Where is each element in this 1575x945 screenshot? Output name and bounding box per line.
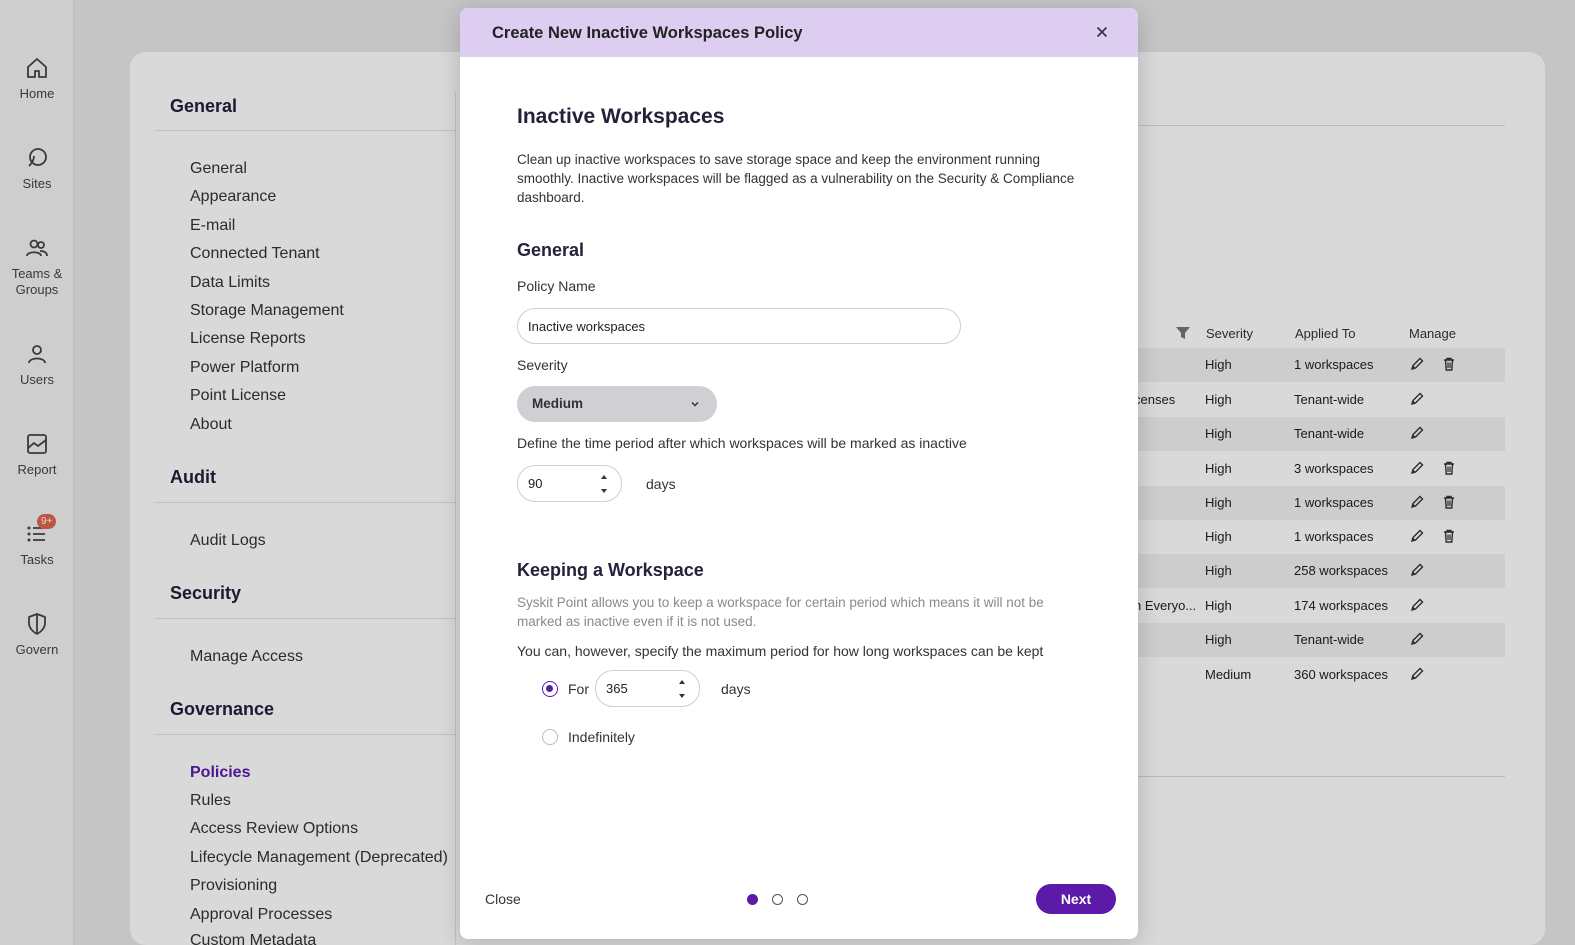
keep-days-stepper[interactable]: 365: [595, 670, 700, 707]
decrement-icon[interactable]: [598, 486, 610, 496]
chevron-down-icon: [691, 401, 699, 407]
general-heading: General: [517, 240, 585, 260]
keeping-note: Syskit Point allows you to keep a worksp…: [517, 595, 1044, 629]
inactive-period-label: Define the time period after which works…: [517, 435, 967, 451]
severity-label: Severity: [517, 357, 568, 373]
inactive-days-unit: days: [646, 476, 676, 492]
policy-name-input[interactable]: [517, 308, 961, 344]
decrement-icon[interactable]: [676, 691, 688, 701]
keeping-heading: Keeping a Workspace: [517, 560, 704, 580]
close-icon[interactable]: [1092, 22, 1112, 42]
keep-for-radio[interactable]: [542, 681, 558, 697]
inactive-days-value: 90: [528, 476, 543, 491]
severity-dropdown[interactable]: Medium: [517, 386, 717, 422]
keep-for-label[interactable]: For: [568, 681, 589, 697]
keep-days-unit: days: [721, 681, 751, 697]
step-dot: [747, 894, 758, 905]
create-policy-dialog: Create New Inactive Workspaces Policy In…: [460, 8, 1138, 939]
step-dot: [772, 894, 783, 905]
increment-icon[interactable]: [598, 472, 610, 482]
dialog-description: Clean up inactive workspaces to save sto…: [517, 152, 1075, 205]
keeping-label: You can, however, specify the maximum pe…: [517, 643, 1044, 659]
keep-indefinitely-label[interactable]: Indefinitely: [568, 729, 635, 745]
severity-selected-value: Medium: [532, 396, 584, 411]
dialog-heading: Inactive Workspaces: [517, 105, 725, 128]
increment-icon[interactable]: [676, 677, 688, 687]
keep-indefinitely-radio[interactable]: [542, 729, 558, 745]
inactive-days-stepper[interactable]: 90: [517, 465, 622, 502]
close-button[interactable]: Close: [485, 891, 521, 907]
next-button[interactable]: Next: [1036, 884, 1116, 914]
dialog-header: Create New Inactive Workspaces Policy: [460, 8, 1138, 57]
keep-days-value: 365: [606, 681, 628, 696]
policy-name-label: Policy Name: [517, 278, 596, 294]
dialog-title: Create New Inactive Workspaces Policy: [492, 24, 803, 42]
step-dot: [797, 894, 808, 905]
